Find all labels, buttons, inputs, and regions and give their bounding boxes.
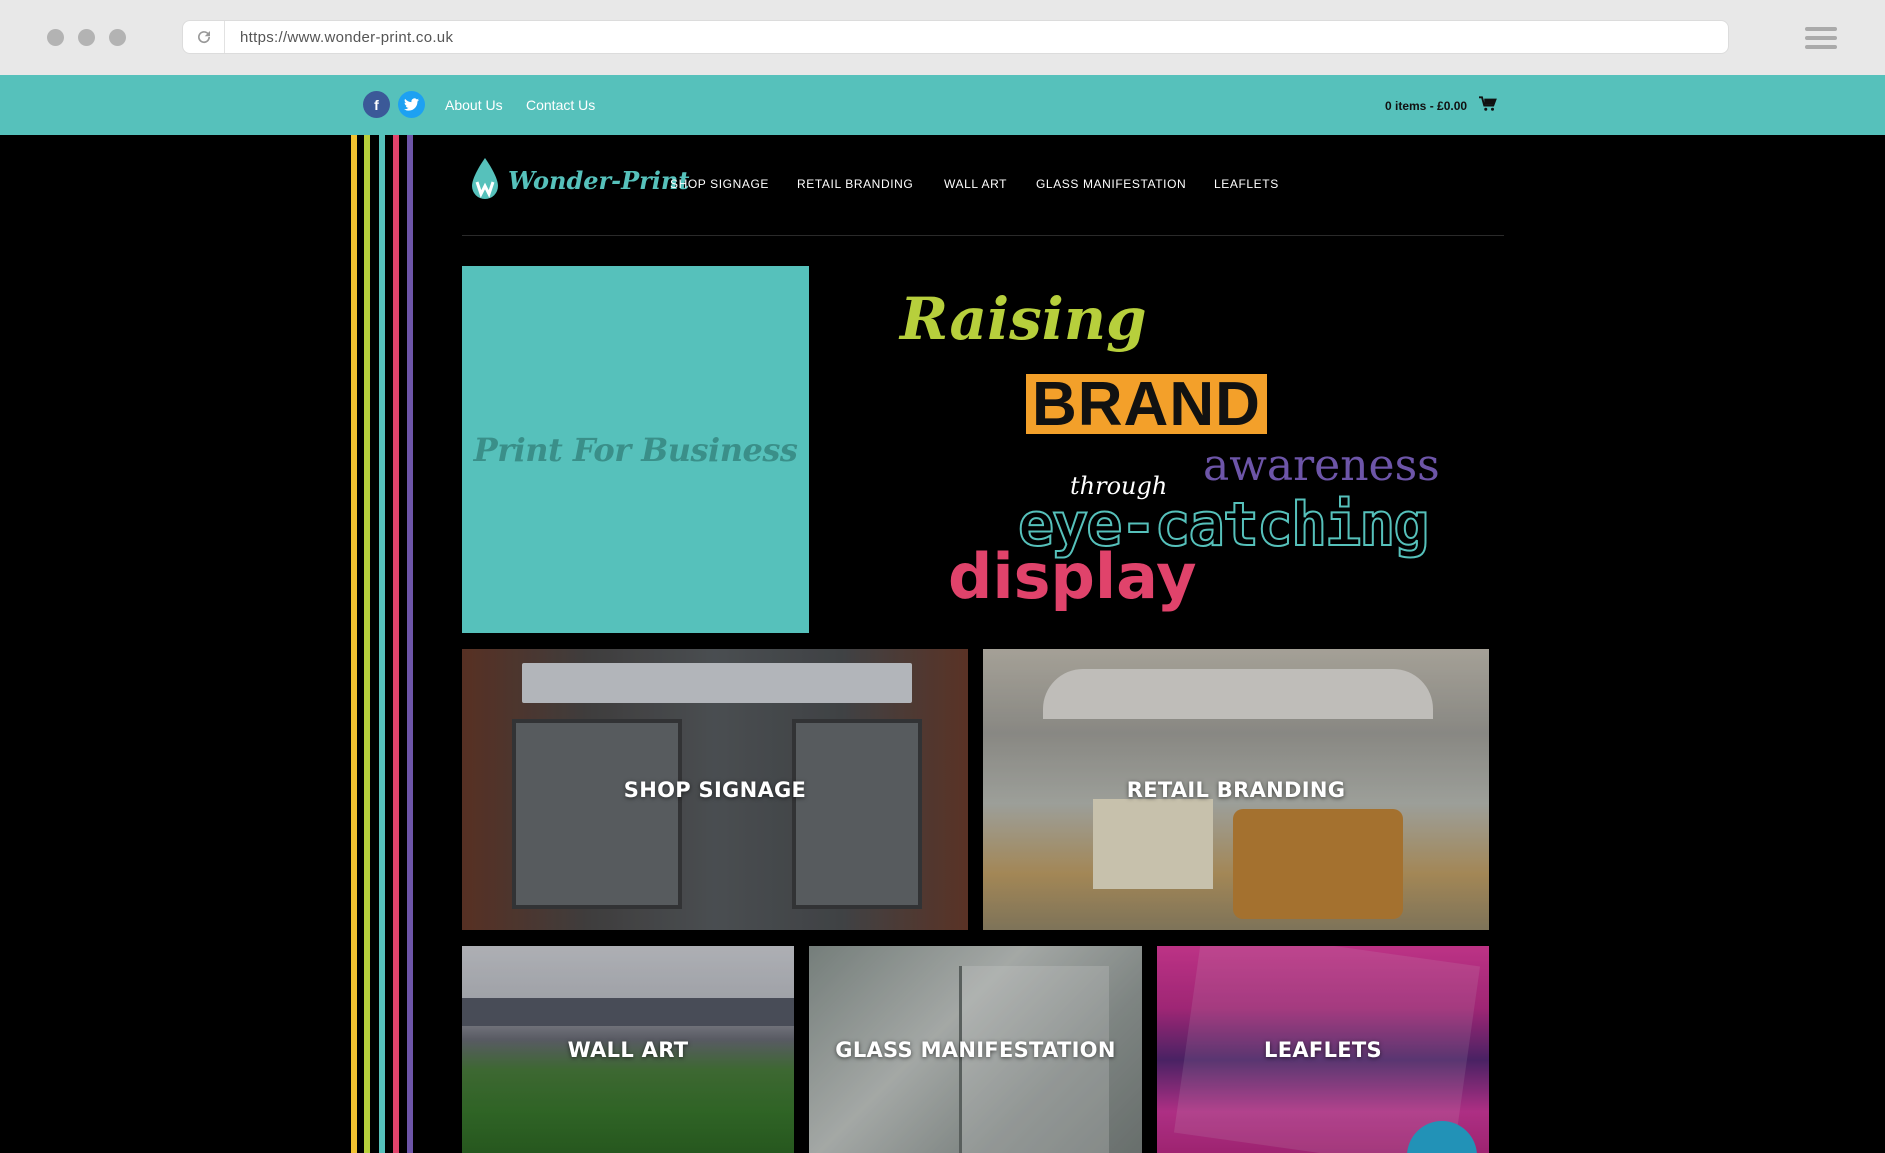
droplet-logo-icon bbox=[472, 158, 498, 199]
stripe-purple bbox=[407, 135, 413, 1153]
window-maximize-dot[interactable] bbox=[109, 29, 126, 46]
tile-shop-signage-label: SHOP SIGNAGE bbox=[623, 777, 807, 802]
browser-menu-icon[interactable] bbox=[1805, 27, 1837, 49]
nav-glass-manifestation[interactable]: GLASS MANIFESTATION bbox=[1036, 177, 1186, 191]
stripe-teal bbox=[379, 135, 385, 1153]
nav-shop-signage[interactable]: SHOP SIGNAGE bbox=[670, 177, 769, 191]
stripe-lime bbox=[364, 135, 370, 1153]
tile-retail-branding-label: RETAIL BRANDING bbox=[1126, 777, 1346, 802]
tile-glass-manifestation[interactable]: GLASS MANIFESTATION bbox=[809, 946, 1142, 1153]
tile-glass-manifestation-label: GLASS MANIFESTATION bbox=[835, 1037, 1116, 1062]
browser-chrome: https://www.wonder-print.co.uk bbox=[0, 0, 1885, 75]
nav-wall-art[interactable]: WALL ART bbox=[944, 177, 1007, 191]
reload-icon[interactable] bbox=[183, 21, 225, 53]
logo-text: Wonder-Print bbox=[508, 165, 690, 195]
window-minimize-dot[interactable] bbox=[78, 29, 95, 46]
nav-retail-branding[interactable]: RETAIL BRANDING bbox=[797, 177, 913, 191]
window-close-dot[interactable] bbox=[47, 29, 64, 46]
slogan-brand: BRAND bbox=[1026, 374, 1267, 436]
contact-us-link[interactable]: Contact Us bbox=[526, 97, 595, 113]
slogan-awareness: awareness bbox=[1203, 440, 1440, 491]
cart-summary[interactable]: 0 items - £0.00 bbox=[1385, 96, 1497, 115]
tile-wall-art[interactable]: WALL ART bbox=[462, 946, 794, 1153]
stripe-yellow bbox=[351, 135, 357, 1153]
top-bar: f About Us Contact Us 0 items - £0.00 bbox=[0, 75, 1885, 135]
facebook-icon[interactable]: f bbox=[363, 91, 390, 118]
slogan-display: display bbox=[948, 540, 1197, 613]
slogan-raising: Raising bbox=[900, 285, 1147, 353]
print-for-business-text: Print For Business bbox=[473, 430, 798, 469]
nav-divider bbox=[462, 235, 1504, 236]
address-bar[interactable]: https://www.wonder-print.co.uk bbox=[182, 20, 1729, 54]
url-text: https://www.wonder-print.co.uk bbox=[240, 29, 454, 46]
tile-leaflets[interactable]: LEAFLETS bbox=[1157, 946, 1489, 1153]
tile-retail-branding[interactable]: RETAIL BRANDING bbox=[983, 649, 1489, 930]
cart-icon bbox=[1479, 96, 1497, 115]
stripe-red bbox=[393, 135, 399, 1153]
print-for-business-panel: Print For Business bbox=[462, 266, 809, 633]
about-us-link[interactable]: About Us bbox=[445, 97, 503, 113]
cart-text: 0 items - £0.00 bbox=[1385, 98, 1468, 113]
tile-shop-signage[interactable]: SHOP SIGNAGE bbox=[462, 649, 968, 930]
site-logo[interactable]: Wonder-Print bbox=[470, 158, 689, 202]
twitter-icon[interactable] bbox=[398, 91, 425, 118]
nav-leaflets[interactable]: LEAFLETS bbox=[1214, 177, 1279, 191]
tile-wall-art-label: WALL ART bbox=[567, 1037, 689, 1062]
tile-leaflets-label: LEAFLETS bbox=[1264, 1037, 1382, 1062]
